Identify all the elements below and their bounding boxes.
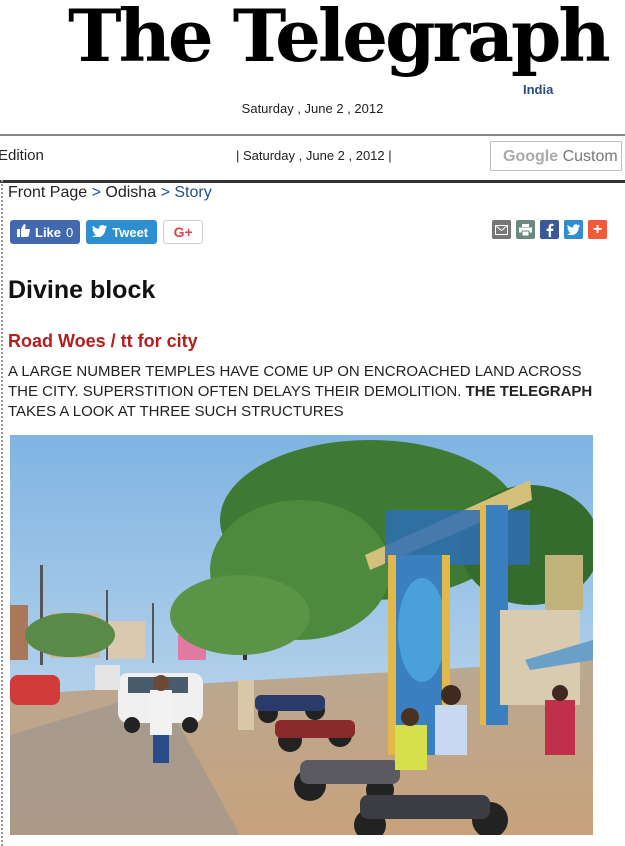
- edition-bar: Edition | Saturday , June 2 , 2012 | Goo…: [0, 134, 625, 183]
- twitter-icon[interactable]: [564, 220, 583, 239]
- google-brand-label: Google: [503, 148, 559, 165]
- tweet-button[interactable]: Tweet: [86, 220, 158, 244]
- facebook-icon[interactable]: [540, 220, 559, 239]
- share-tools: +: [492, 220, 607, 239]
- column-divider: [1, 180, 3, 846]
- masthead: The Telegraph India Saturday , June 2 , …: [0, 0, 625, 130]
- edition-date: | Saturday , June 2 , 2012 |: [236, 148, 392, 163]
- masthead-date: Saturday , June 2 , 2012: [241, 101, 384, 116]
- thumbs-up-icon: [16, 224, 30, 240]
- logo-edition-label: India: [523, 82, 554, 97]
- search-placeholder: Custom: [562, 148, 618, 165]
- breadcrumb: Front Page > Odisha > Story: [8, 184, 212, 202]
- social-buttons: Like 0 Tweet G+: [10, 220, 204, 244]
- breadcrumb-separator: >: [91, 184, 101, 201]
- google-plus-button[interactable]: G+: [163, 220, 204, 244]
- article-photo: [10, 435, 593, 835]
- breadcrumb-odisha[interactable]: Odisha: [105, 184, 156, 201]
- article-kicker: Road Woes / tt for city: [8, 331, 198, 351]
- print-icon[interactable]: [516, 220, 535, 239]
- tweet-label: Tweet: [112, 224, 149, 240]
- email-icon[interactable]: [492, 220, 511, 239]
- breadcrumb-story[interactable]: Story: [174, 184, 211, 201]
- article-deck: A LARGE NUMBER TEMPLES HAVE COME UP ON E…: [8, 362, 613, 422]
- deck-text-end: TAKES A LOOK AT THREE SUCH STRUCTURES: [8, 403, 344, 420]
- site-logo[interactable]: The Telegraph: [68, 0, 611, 75]
- breadcrumb-front-page[interactable]: Front Page: [8, 184, 87, 201]
- twitter-bird-icon: [92, 224, 108, 240]
- breadcrumb-separator: >: [160, 184, 170, 201]
- add-icon[interactable]: +: [588, 220, 607, 239]
- like-label: Like: [35, 224, 62, 240]
- edition-label: Edition: [0, 147, 44, 164]
- search-input[interactable]: Google Custom: [490, 141, 622, 171]
- facebook-like-button[interactable]: Like 0: [10, 220, 81, 244]
- deck-publication-name: THE TELEGRAPH: [465, 383, 593, 400]
- like-count: 0: [66, 224, 74, 240]
- article-headline: Divine block: [8, 276, 156, 304]
